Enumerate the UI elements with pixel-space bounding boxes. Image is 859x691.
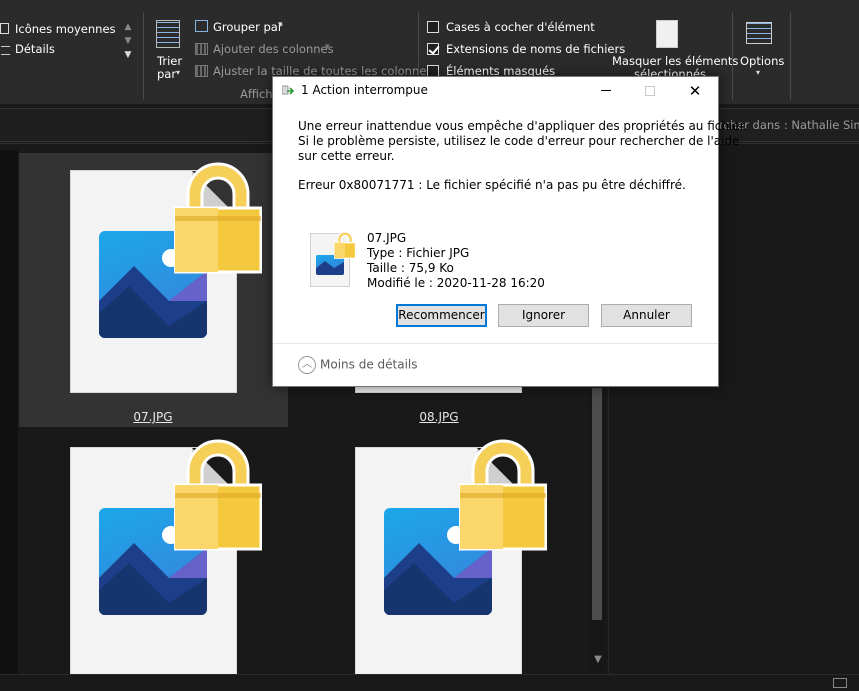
- file-name-label[interactable]: 07.JPG: [93, 410, 213, 424]
- ribbon-separator: [732, 12, 733, 100]
- close-button[interactable]: ✕: [672, 77, 718, 105]
- hide-selected-icon: [656, 20, 678, 48]
- sort-by-button[interactable]: Trier par ▾: [152, 18, 186, 82]
- sort-icon: [156, 20, 180, 48]
- cancel-button[interactable]: Annuler: [601, 304, 692, 327]
- message-line: Une erreur inattendue vous empêche d'app…: [298, 119, 748, 133]
- group-by-label: Grouper par: [213, 20, 283, 34]
- navigation-pane-edge: [0, 150, 18, 674]
- file-info-type: Type : Fichier JPG: [367, 246, 470, 260]
- message-line: sur cette erreur.: [298, 149, 395, 163]
- options-icon: [746, 22, 772, 44]
- item-checkboxes-label: Cases à cocher d'élément: [446, 20, 595, 34]
- scrollbar-thumb[interactable]: [592, 388, 602, 620]
- layout-medium-icons[interactable]: Icônes moyennes: [0, 20, 120, 38]
- layout-medium-icons-label: Icônes moyennes: [15, 22, 116, 36]
- options-button[interactable]: Options ▾: [738, 18, 784, 82]
- less-details-label: Moins de détails: [320, 357, 418, 372]
- file-preview-icon: [310, 231, 356, 287]
- grid-icon: [0, 23, 9, 34]
- retry-button[interactable]: Recommencer: [396, 304, 487, 327]
- expand-icon: ▼: [124, 50, 132, 60]
- dialog-message: Une erreur inattendue vous empêche d'app…: [298, 119, 748, 193]
- file-info-modified: Modifié le : 2020-11-28 16:20: [367, 276, 545, 290]
- group-icon: [195, 20, 208, 32]
- ribbon-separator: [143, 12, 144, 100]
- add-columns-button[interactable]: Ajouter des colonnes ▾: [194, 40, 334, 58]
- chevron-down-icon: ▾: [756, 68, 761, 77]
- file-extensions-label: Extensions de noms de fichiers: [446, 42, 626, 56]
- thumbnail-view-icon[interactable]: [833, 678, 847, 688]
- group-by-button[interactable]: Grouper par ▾: [194, 18, 294, 36]
- scroll-down-icon: ▼: [124, 36, 132, 46]
- ribbon-separator: [790, 12, 791, 100]
- message-line: Si le problème persiste, utilisez le cod…: [298, 134, 740, 148]
- dialog-titlebar[interactable]: 1 Action interrompue ✕: [273, 77, 718, 105]
- details-list-icon: [1, 46, 10, 55]
- minimize-button[interactable]: [583, 77, 629, 105]
- item-checkboxes-checkbox[interactable]: [427, 21, 439, 33]
- file-tile[interactable]: [305, 435, 574, 675]
- status-bar: [0, 674, 859, 691]
- layout-scroll[interactable]: ▲ ▼ ▼: [121, 20, 135, 78]
- resize-columns-icon: [195, 65, 208, 77]
- error-code-line: Erreur 0x80071771 : Le fichier spécifié …: [298, 178, 686, 192]
- lock-icon: [458, 437, 548, 555]
- error-dialog: 1 Action interrompue ✕ Une erreur inatte…: [272, 76, 748, 387]
- dialog-footer: ︿ Moins de détails: [273, 343, 718, 386]
- hide-selected-button[interactable]: Masquer les éléments sélectionnés: [610, 18, 738, 82]
- file-name-label[interactable]: 08.JPG: [379, 410, 499, 424]
- ignore-button[interactable]: Ignorer: [498, 304, 589, 327]
- lock-icon: [173, 437, 263, 555]
- options-label: Options: [740, 54, 785, 68]
- maximize-button: [627, 77, 673, 105]
- layout-details[interactable]: Détails: [0, 42, 120, 60]
- minimize-icon: [601, 90, 611, 91]
- file-tile-07[interactable]: 07.JPG: [19, 153, 288, 427]
- chevron-up-icon: ︿: [298, 356, 316, 374]
- hide-selected-label-1: Masquer les éléments: [612, 54, 739, 68]
- sort-by-label-2: par: [157, 67, 177, 81]
- file-tile[interactable]: [19, 435, 288, 675]
- less-details-toggle[interactable]: ︿ Moins de détails: [298, 356, 418, 374]
- file-info-name: 07.JPG: [367, 231, 407, 245]
- maximize-icon: [645, 85, 655, 96]
- file-info-size: Taille : 75,9 Ko: [367, 261, 454, 275]
- add-columns-label: Ajouter des colonnes: [213, 42, 334, 56]
- file-extensions-checkbox[interactable]: [427, 43, 439, 55]
- file-copy-icon: [281, 85, 295, 97]
- dialog-title: 1 Action interrompue: [301, 83, 428, 97]
- chevron-down-icon: ▾: [278, 20, 283, 30]
- chevron-down-icon: ▾: [325, 42, 330, 52]
- chevron-down-icon: ▾: [176, 68, 181, 77]
- columns-icon: [195, 43, 208, 55]
- layout-details-label: Détails: [15, 42, 55, 56]
- sort-by-label-1: Trier: [157, 54, 183, 68]
- item-checkboxes-toggle[interactable]: Cases à cocher d'élément: [426, 18, 596, 36]
- file-extensions-toggle[interactable]: Extensions de noms de fichiers: [426, 40, 625, 58]
- scroll-down-arrow-icon[interactable]: ▼: [590, 652, 606, 668]
- close-icon: ✕: [688, 82, 702, 100]
- lock-icon: [173, 160, 263, 278]
- scroll-up-icon: ▲: [124, 22, 132, 32]
